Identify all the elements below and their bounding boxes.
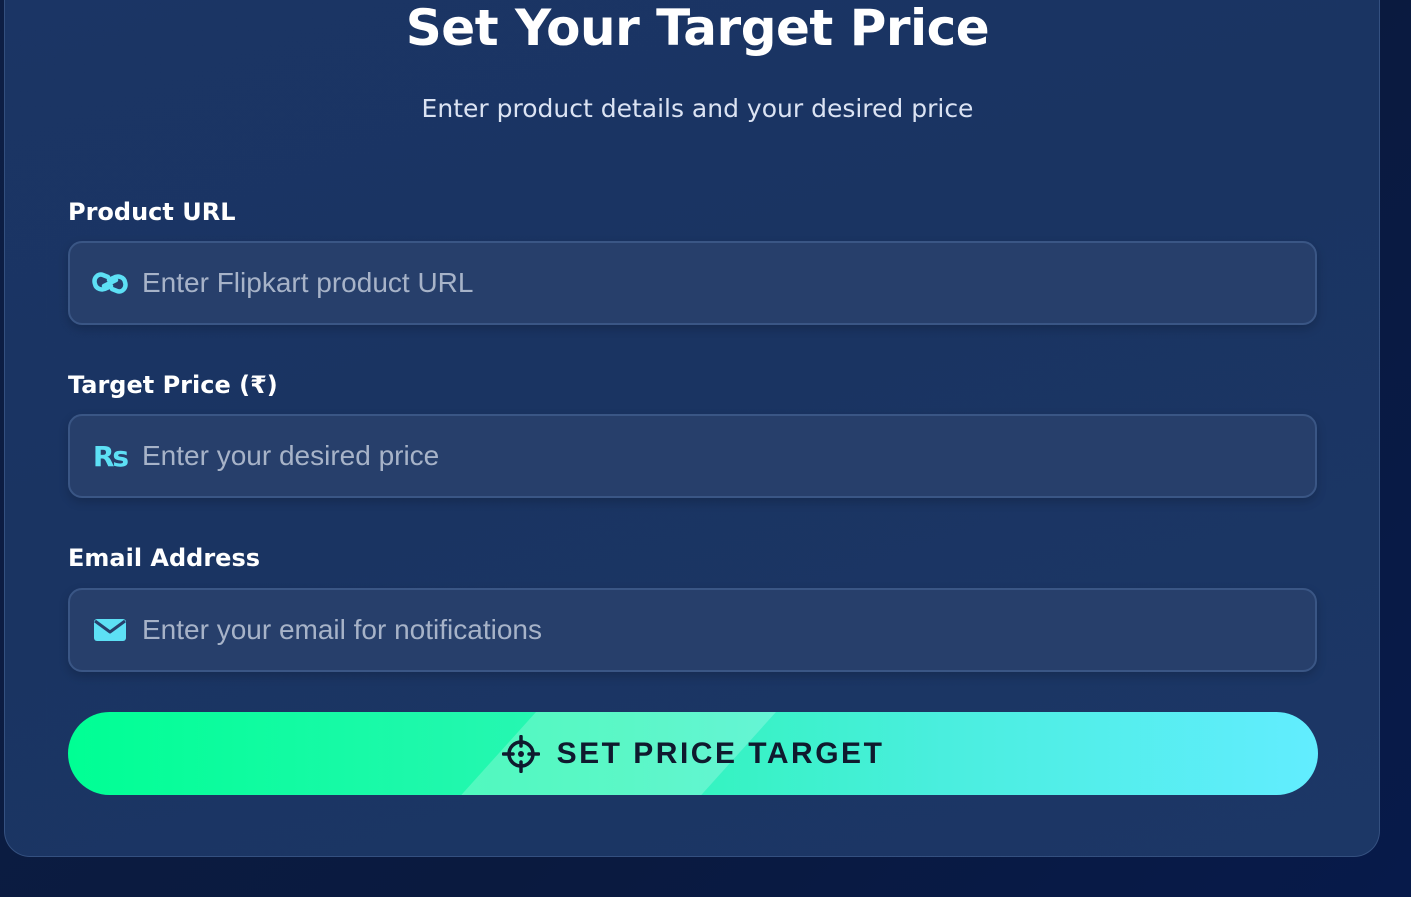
email-input[interactable] <box>142 590 1315 670</box>
link-icon <box>90 266 130 300</box>
set-price-target-button[interactable]: SET PRICE TARGET <box>68 712 1318 795</box>
page-subtitle: Enter product details and your desired p… <box>421 94 974 123</box>
envelope-icon <box>90 613 130 647</box>
rupee-icon-glyph: Rs <box>92 439 129 473</box>
rupee-icon: Rs <box>90 439 130 473</box>
target-price-field: Rs <box>68 414 1317 498</box>
product-url-label: Product URL <box>68 198 236 226</box>
product-url-input[interactable] <box>142 243 1315 323</box>
set-price-target-label: SET PRICE TARGET <box>556 736 885 770</box>
product-url-field <box>68 241 1317 325</box>
page-title: Set Your Target Price <box>405 0 990 57</box>
email-label: Email Address <box>68 544 261 572</box>
target-price-label: Target Price (₹) <box>68 371 278 399</box>
crosshairs-icon <box>501 734 540 773</box>
email-field <box>68 588 1317 672</box>
target-price-input[interactable] <box>142 416 1315 496</box>
